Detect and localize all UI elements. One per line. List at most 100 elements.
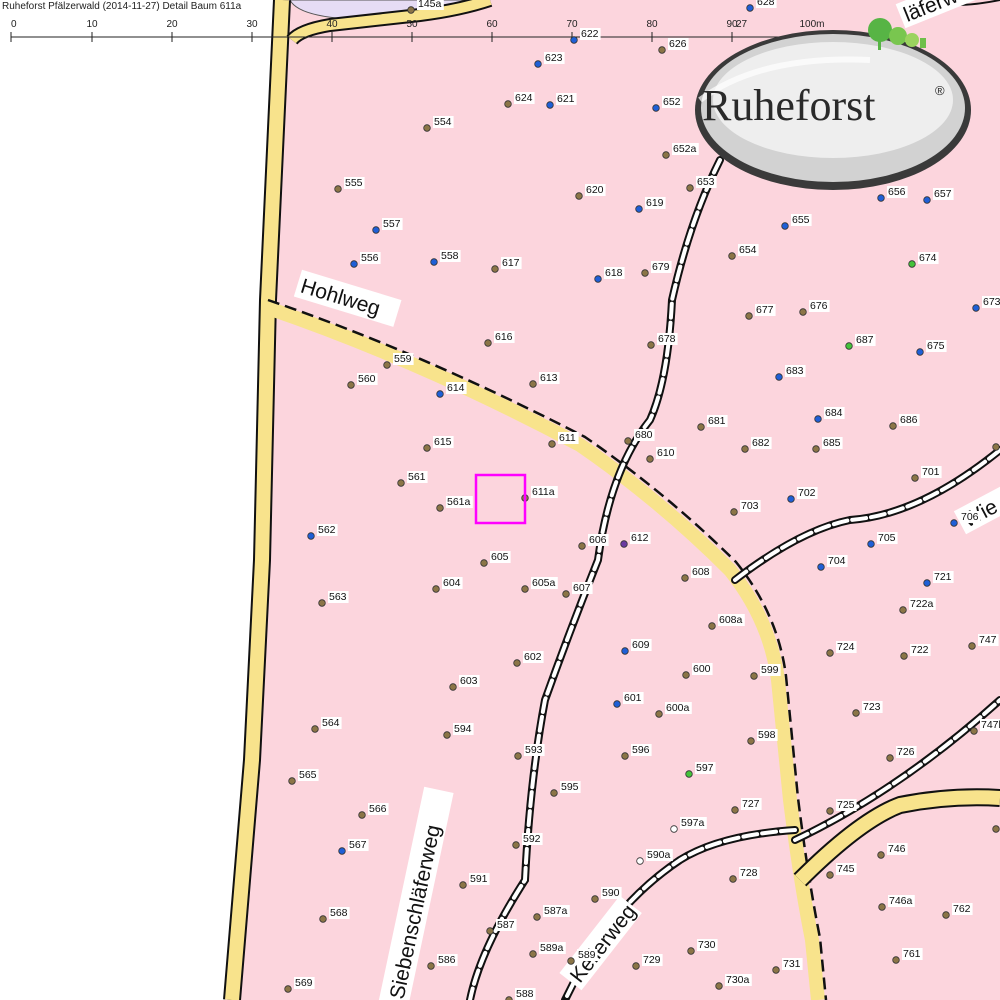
tree-dot[interactable] [436, 390, 444, 398]
tree-dot[interactable] [338, 847, 346, 855]
tree-dot[interactable] [529, 380, 537, 388]
tree-dot[interactable] [548, 440, 556, 448]
tree-dot[interactable] [992, 825, 1000, 833]
tree-dot[interactable] [877, 851, 885, 859]
tree-dot[interactable] [826, 871, 834, 879]
tree-dot[interactable] [775, 373, 783, 381]
tree-dot[interactable] [728, 252, 736, 260]
tree-dot[interactable] [708, 622, 716, 630]
forest-map[interactable]: Hohlweg Siebenschläferweg Keilerweg Wie … [0, 0, 1000, 1000]
tree-dot[interactable] [942, 911, 950, 919]
tree-dot[interactable] [427, 962, 435, 970]
tree-dot[interactable] [729, 875, 737, 883]
tree-dot[interactable] [529, 950, 537, 958]
tree-dot[interactable] [950, 519, 958, 527]
tree-dot[interactable] [358, 811, 366, 819]
tree-dot[interactable] [972, 304, 980, 312]
tree-dot[interactable] [968, 642, 976, 650]
tree-dot[interactable] [814, 415, 822, 423]
tree-dot[interactable] [992, 443, 1000, 451]
tree-dot[interactable] [620, 540, 628, 548]
tree-dot[interactable] [781, 222, 789, 230]
tree-dot[interactable] [288, 777, 296, 785]
tree-dot[interactable] [613, 700, 621, 708]
tree-dot[interactable] [491, 265, 499, 273]
tree-dot[interactable] [697, 423, 705, 431]
tree-dot[interactable] [646, 455, 654, 463]
tree-dot[interactable] [826, 807, 834, 815]
tree-dot[interactable] [562, 590, 570, 598]
tree-dot[interactable] [430, 258, 438, 266]
tree-dot[interactable] [746, 4, 754, 12]
tree-dot[interactable] [484, 339, 492, 347]
tree-dot[interactable] [319, 915, 327, 923]
tree-dot[interactable] [632, 962, 640, 970]
tree-dot[interactable] [892, 956, 900, 964]
tree-dot[interactable] [916, 348, 924, 356]
tree-dot[interactable] [745, 312, 753, 320]
tree-dot[interactable] [911, 474, 919, 482]
tree-dot[interactable] [459, 881, 467, 889]
tree-dot[interactable] [741, 445, 749, 453]
tree-dot[interactable] [575, 192, 583, 200]
tree-dot[interactable] [662, 151, 670, 159]
tree-dot[interactable] [307, 532, 315, 540]
tree-dot[interactable] [686, 184, 694, 192]
tree-dot[interactable] [318, 599, 326, 607]
tree-dot[interactable] [514, 752, 522, 760]
tree-dot[interactable] [284, 985, 292, 993]
tree-dot[interactable] [636, 857, 644, 865]
tree-dot[interactable] [878, 903, 886, 911]
tree-dot[interactable] [747, 737, 755, 745]
tree-dot[interactable] [436, 504, 444, 512]
tree-dot[interactable] [750, 672, 758, 680]
tree-dot[interactable] [670, 825, 678, 833]
tree-dot[interactable] [647, 341, 655, 349]
tree-dot[interactable] [407, 6, 415, 14]
tree-dot[interactable] [787, 495, 795, 503]
tree-dot[interactable] [715, 982, 723, 990]
tree-dot[interactable] [486, 927, 494, 935]
tree-dot[interactable] [591, 895, 599, 903]
tree-dot[interactable] [685, 770, 693, 778]
tree-dot[interactable] [877, 194, 885, 202]
tree-dot[interactable] [397, 479, 405, 487]
tree-dot[interactable] [383, 361, 391, 369]
tree-dot[interactable] [423, 124, 431, 132]
tree-dot[interactable] [799, 308, 807, 316]
tree-dot[interactable] [817, 563, 825, 571]
tree-dot[interactable] [970, 727, 978, 735]
tree-dot[interactable] [534, 60, 542, 68]
tree-dot[interactable] [624, 437, 632, 445]
tree-dot[interactable] [350, 260, 358, 268]
tree-dot[interactable] [594, 275, 602, 283]
tree-dot[interactable] [908, 260, 916, 268]
tree-dot[interactable] [546, 101, 554, 109]
tree-dot[interactable] [681, 574, 689, 582]
tree-dot[interactable] [900, 652, 908, 660]
tree-dot[interactable] [443, 731, 451, 739]
tree-dot[interactable] [533, 913, 541, 921]
tree-dot[interactable] [641, 269, 649, 277]
tree-dot[interactable] [570, 36, 578, 44]
tree-dot[interactable] [449, 683, 457, 691]
tree-dot[interactable] [432, 585, 440, 593]
tree-dot[interactable] [347, 381, 355, 389]
tree-dot[interactable] [504, 100, 512, 108]
tree-dot[interactable] [635, 205, 643, 213]
tree-dot[interactable] [923, 196, 931, 204]
tree-dot[interactable] [512, 841, 520, 849]
tree-dot[interactable] [550, 789, 558, 797]
tree-dot[interactable] [658, 46, 666, 54]
tree-dot[interactable] [687, 947, 695, 955]
tree-dot[interactable] [513, 659, 521, 667]
tree-dot[interactable] [731, 806, 739, 814]
tree-dot[interactable] [899, 606, 907, 614]
tree-dot[interactable] [655, 710, 663, 718]
tree-dot[interactable] [423, 444, 431, 452]
tree-dot[interactable] [923, 579, 931, 587]
tree-dot[interactable] [826, 649, 834, 657]
tree-dot[interactable] [845, 342, 853, 350]
tree-dot[interactable] [730, 508, 738, 516]
tree-dot[interactable] [889, 422, 897, 430]
